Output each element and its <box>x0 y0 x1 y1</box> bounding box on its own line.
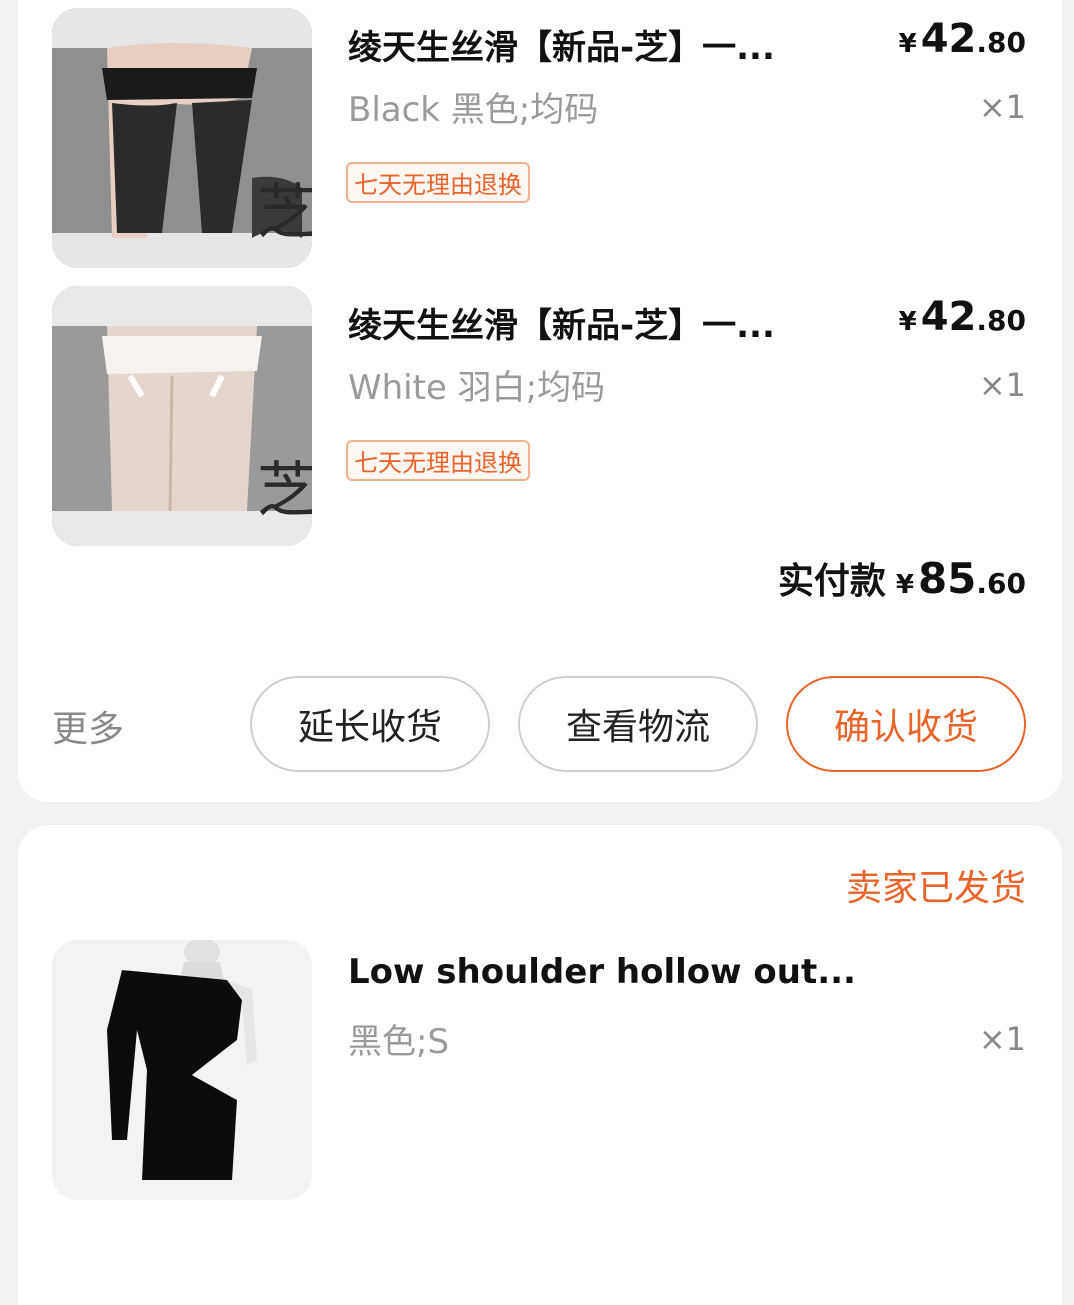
item-price: ¥42.80 <box>899 16 1026 62</box>
confirm-receipt-button[interactable]: 确认收货 <box>786 676 1026 772</box>
total-label: 实付款 <box>777 561 886 602</box>
item-title[interactable]: 绫天生丝滑【新品-芝】一... <box>348 20 868 69</box>
total-currency: ¥ <box>895 570 914 600</box>
order-item[interactable]: Low shoulder hollow out... 黑色;S ×1 <box>18 940 1062 1200</box>
total-dec: .60 <box>976 567 1026 600</box>
item-price: ¥42.80 <box>899 294 1026 340</box>
view-logistics-button[interactable]: 查看物流 <box>518 676 758 772</box>
order-status: 卖家已发货 <box>845 868 1026 909</box>
white-stockings-image[interactable]: 芝 <box>52 286 312 546</box>
item-qty: ×1 <box>978 88 1026 126</box>
order-item[interactable]: 芝 绫天生丝滑【新品-芝】一... White 羽白;均码 ¥42.80 ×1 … <box>18 286 1062 546</box>
return-policy-tag: 七天无理由退换 <box>346 162 530 203</box>
order-card-2: 卖家已发货 Low shoulder hollow out... 黑色;S ×1 <box>18 825 1062 1305</box>
item-qty: ×1 <box>978 366 1026 404</box>
black-dress-icon <box>52 940 312 1200</box>
order-item[interactable]: 芝 绫天生丝滑【新品-芝】一... Black 黑色;均码 ¥42.80 ×1 … <box>18 8 1062 268</box>
white-stockings-icon: 芝 <box>52 286 312 546</box>
return-policy-tag: 七天无理由退换 <box>346 440 530 481</box>
black-stockings-image[interactable]: 芝 <box>52 8 312 268</box>
order-card-1: 芝 绫天生丝滑【新品-芝】一... Black 黑色;均码 ¥42.80 ×1 … <box>18 0 1062 802</box>
price-int: 42 <box>920 294 977 340</box>
item-sku: White 羽白;均码 <box>348 368 606 408</box>
item-sku: Black 黑色;均码 <box>348 90 599 130</box>
black-dress-image[interactable] <box>52 940 312 1200</box>
price-currency: ¥ <box>898 307 917 337</box>
item-title[interactable]: Low shoulder hollow out... <box>348 952 868 992</box>
svg-text:芝: 芝 <box>257 456 312 526</box>
extend-receipt-button[interactable]: 延长收货 <box>250 676 490 772</box>
order-total: 实付款 ¥85.60 <box>778 552 1026 604</box>
item-qty: ×1 <box>978 1020 1026 1058</box>
more-link[interactable]: 更多 <box>52 700 124 752</box>
item-title[interactable]: 绫天生丝滑【新品-芝】一... <box>348 298 868 347</box>
price-dec: .80 <box>976 26 1026 59</box>
total-int: 85 <box>917 554 977 603</box>
black-stockings-icon: 芝 <box>52 8 312 268</box>
price-currency: ¥ <box>898 29 917 59</box>
price-int: 42 <box>920 16 977 62</box>
price-dec: .80 <box>976 304 1026 337</box>
svg-text:芝: 芝 <box>257 178 312 248</box>
item-sku: 黑色;S <box>348 1022 450 1062</box>
